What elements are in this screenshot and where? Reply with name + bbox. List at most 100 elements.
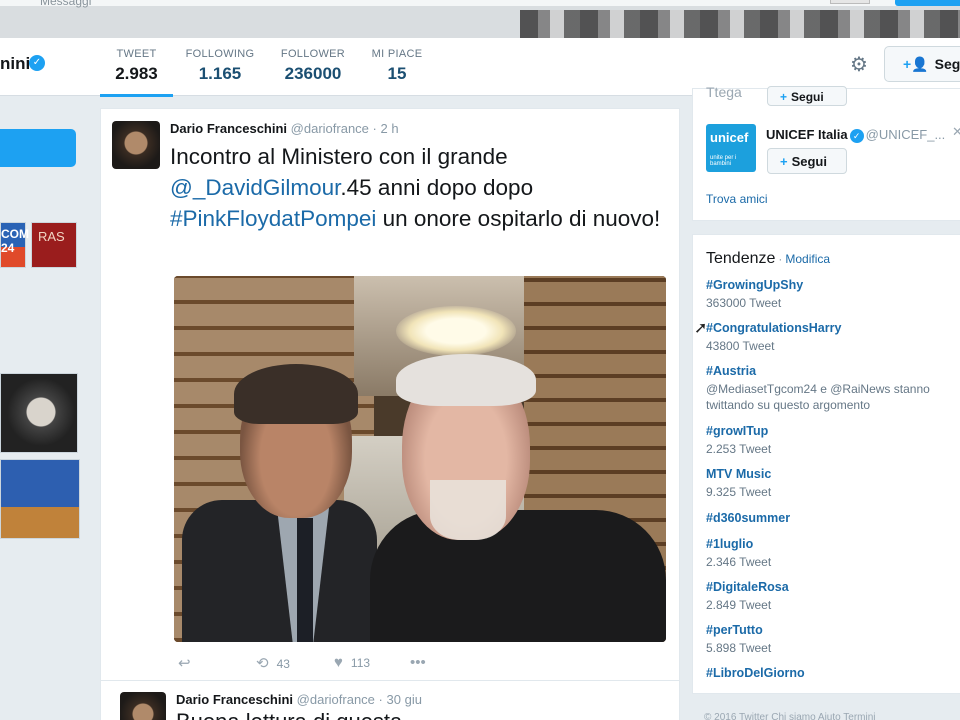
trend-item[interactable]: #1luglio 2.346 Tweet — [706, 537, 771, 570]
trend-name[interactable]: #Austria — [706, 364, 936, 378]
tweet-handle[interactable]: @dariofrance — [291, 121, 369, 136]
trend-item[interactable]: #LibroDelGiorno — [706, 666, 805, 680]
person-left — [182, 364, 377, 642]
trend-count: 363000 Tweet — [706, 296, 782, 310]
trend-name[interactable]: MTV Music — [706, 467, 771, 481]
stat-tweets[interactable]: TWEET 2.983 — [100, 48, 173, 84]
stat-tweets-value: 2.983 — [115, 64, 158, 83]
tweet-author[interactable]: Dario Franceschini — [176, 692, 293, 707]
browser-strip — [0, 0, 960, 6]
trend-item[interactable]: #CongratulationsHarry 43800 Tweet — [706, 321, 841, 354]
account-name[interactable]: UNICEF Italia — [766, 127, 848, 142]
avatar[interactable] — [112, 121, 160, 169]
tweet-sep: · — [372, 121, 377, 136]
tweet-time[interactable]: 2 h — [381, 121, 399, 136]
tweet-text-3: un onore ospitarlo di nuovo! — [376, 206, 661, 231]
heart-icon: ♥ — [334, 654, 343, 671]
retweet-button[interactable]: ⟲ 43 — [256, 654, 290, 672]
photo-thumb-ras[interactable]: RAS — [31, 222, 77, 268]
find-friends-link[interactable]: Trova amici — [706, 192, 768, 206]
reply-button[interactable]: ↩ — [178, 654, 199, 672]
account-handle[interactable]: @UNICEF_... — [866, 127, 946, 142]
tweet-text-1: Incontro al Ministero con il grande — [170, 144, 508, 169]
banner-button[interactable] — [895, 0, 960, 6]
person-plus-icon: +👤 — [903, 56, 929, 72]
stat-likes[interactable]: MI PIACE 15 — [368, 48, 426, 84]
trend-count: 2.253 Tweet — [706, 442, 772, 456]
active-tab-underline — [100, 94, 173, 97]
trend-name[interactable]: #1luglio — [706, 537, 771, 551]
photo-thumb-rai[interactable]: COM 24 — [0, 222, 29, 268]
rai-label: COM 24 — [1, 227, 29, 255]
verified-icon: ✓ — [849, 129, 864, 143]
trend-item[interactable]: #DigitaleRosa 2.849 Tweet — [706, 580, 789, 613]
like-button[interactable]: ♥ 113 — [334, 654, 370, 671]
trend-name[interactable]: #GrowingUpShy — [706, 278, 803, 292]
suggestion-prev-name: Ttega — [706, 84, 742, 100]
messages-tab[interactable]: Messaggi — [40, 0, 91, 8]
trend-item[interactable]: #growITup 2.253 Tweet — [706, 424, 771, 457]
retweet-icon: ⟲ — [256, 655, 269, 672]
photo-thumb-portrait[interactable] — [0, 373, 78, 453]
ras-label: RAS — [38, 229, 65, 244]
trends-header: Tendenze · Modifica — [706, 250, 830, 268]
shirt — [370, 510, 666, 642]
tweet-handle[interactable]: @dariofrance — [297, 692, 375, 707]
tweet-mention[interactable]: @_DavidGilmour — [170, 175, 340, 200]
follow-button-label: Segui — [934, 56, 960, 72]
follow-button[interactable]: + Segui — [767, 148, 847, 174]
tweet-header: Dario Franceschini @dariofrance · 2 h — [170, 121, 399, 136]
trend-name[interactable]: #LibroDelGiorno — [706, 666, 805, 680]
photo-thumb-stage[interactable] — [0, 459, 80, 539]
trend-item[interactable]: #d360summer — [706, 511, 790, 525]
stat-likes-label: MI PIACE — [371, 48, 423, 60]
gear-icon[interactable]: ⚙ — [850, 52, 868, 77]
trend-item[interactable]: #perTutto 5.898 Tweet — [706, 623, 771, 656]
stat-followers-value: 236000 — [284, 64, 342, 83]
account-logo[interactable]: unicef unite per i bambini — [706, 124, 756, 172]
tweet-time[interactable]: 30 giu — [387, 692, 422, 707]
close-icon[interactable]: ✕ — [952, 124, 960, 140]
like-count: 113 — [350, 656, 371, 670]
tweet-text-2: .45 anni dopo dopo — [340, 175, 534, 200]
footer-links[interactable]: © 2016 Twitter Chi siamo Aiuto Termini — [704, 712, 876, 720]
trend-item[interactable]: #Austria @MediasetTgcom24 e @RaiNews sta… — [706, 364, 936, 413]
person-right — [370, 354, 666, 642]
retweet-count: 43 — [276, 657, 290, 671]
tweet-hashtag[interactable]: #PinkFloydatPompei — [170, 206, 376, 231]
tweet-divider — [100, 680, 680, 681]
trend-name[interactable]: #perTutto — [706, 623, 771, 637]
stat-following-value: 1.165 — [198, 64, 242, 83]
avatar[interactable] — [120, 692, 166, 720]
left-action-button[interactable] — [0, 129, 76, 167]
trend-count: 9.325 Tweet — [706, 485, 772, 499]
hair — [396, 354, 536, 406]
trend-count: 5.898 Tweet — [706, 641, 772, 655]
suggested-account[interactable]: UNICEF Italia ✓ @UNICEF_... — [766, 127, 945, 143]
beard — [430, 480, 506, 540]
tweet-sep: · — [378, 692, 383, 707]
trend-context: @MediasetTgcom24 e @RaiNews stanno twitt… — [706, 382, 930, 412]
trend-name[interactable]: #d360summer — [706, 511, 790, 525]
tie — [297, 518, 313, 642]
verified-icon: ✓ — [29, 55, 45, 71]
follow-button-label: Segui — [791, 154, 827, 169]
trend-item[interactable]: MTV Music 9.325 Tweet — [706, 467, 771, 500]
more-button[interactable]: ••• — [410, 654, 434, 671]
follow-button-label: Segui — [791, 90, 824, 104]
trends-modify-link[interactable]: Modifica — [785, 252, 830, 266]
trend-name[interactable]: #CongratulationsHarry — [706, 321, 841, 335]
person-plus-icon: + — [780, 154, 788, 169]
tweet-author[interactable]: Dario Franceschini — [170, 121, 287, 136]
trend-name[interactable]: #growITup — [706, 424, 771, 438]
follow-button[interactable]: + Segui — [767, 86, 847, 106]
tweet-photo[interactable] — [174, 276, 666, 642]
stat-following[interactable]: FOLLOWING 1.165 — [184, 48, 256, 84]
follow-button[interactable]: +👤 Segui — [884, 46, 960, 82]
trend-item[interactable]: #GrowingUpShy 363000 Tweet — [706, 278, 803, 311]
tweet-header: Dario Franceschini @dariofrance · 30 giu — [176, 692, 422, 707]
stat-followers[interactable]: FOLLOWER 236000 — [276, 48, 350, 84]
trend-count: 2.849 Tweet — [706, 598, 772, 612]
stat-likes-value: 15 — [387, 64, 407, 83]
trend-name[interactable]: #DigitaleRosa — [706, 580, 789, 594]
